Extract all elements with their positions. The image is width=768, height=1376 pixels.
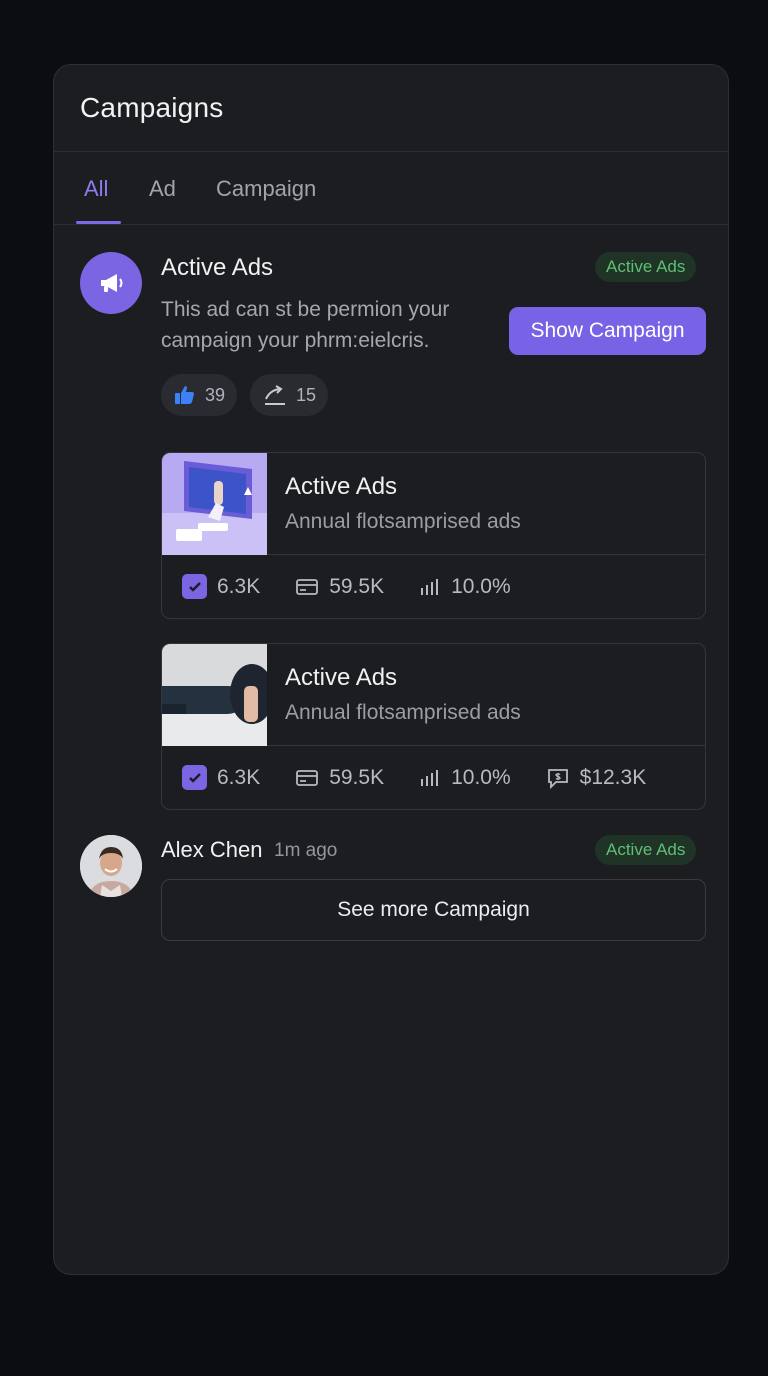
card-icon [296, 578, 319, 595]
ad-card[interactable]: Active Ads Annual flotsamprised ads 6.3K… [161, 643, 706, 810]
ad-card-header: Active Ads Annual flotsamprised ads [162, 644, 705, 746]
like-button[interactable]: 39 [161, 374, 238, 416]
status-badge: Active Ads [595, 252, 697, 282]
share-count: 15 [296, 384, 317, 405]
campaigns-panel: Campaigns All Ad Campaign Active Ads Act… [53, 64, 729, 1275]
active-tab-indicator [76, 221, 121, 224]
bar-chart-icon [421, 578, 439, 595]
stat-value: 6.3K [217, 765, 261, 789]
stat-value: 10.0% [451, 574, 511, 598]
stat-value: $12.3K [579, 765, 647, 789]
tab-bar: All Ad Campaign [54, 152, 728, 225]
stat-ctr: 10.0% [419, 766, 511, 790]
panel-title: Campaigns [80, 92, 224, 123]
tab-all[interactable]: All [84, 176, 108, 202]
post-description: This ad can st be permion your campaign … [161, 298, 450, 352]
post-title: Active Ads [161, 254, 274, 281]
tab-ad[interactable]: Ad [149, 176, 176, 202]
stat-ctr: 10.0% [419, 575, 511, 599]
bar-chart-icon [421, 769, 439, 786]
stat-impressions: 59.5K [295, 766, 384, 790]
ad-card[interactable]: Active Ads Annual flotsamprised ads 6.3K… [161, 452, 706, 619]
panel-header: Campaigns [54, 65, 728, 152]
card-icon [296, 769, 319, 786]
megaphone-icon [101, 274, 123, 292]
ad-card-stats: 6.3K 59.5K 10.0% $12.3K [182, 765, 681, 790]
like-count: 39 [205, 384, 226, 405]
ad-card-title: Active Ads [285, 664, 398, 691]
checkbox-icon [182, 765, 207, 790]
ad-card-subtitle: Annual flotsamprised ads [285, 701, 521, 724]
stat-value: 10.0% [451, 765, 511, 789]
ad-card-header: Active Ads Annual flotsamprised ads [162, 453, 705, 555]
show-campaign-button[interactable]: Show Campaign [509, 307, 706, 355]
chat-dollar-icon [547, 768, 568, 789]
tab-campaign[interactable]: Campaign [216, 176, 316, 202]
stat-value: 59.5K [329, 574, 385, 598]
stat-value: 59.5K [329, 765, 385, 789]
user-avatar[interactable] [80, 835, 142, 897]
share-arrow-icon [265, 385, 285, 405]
megaphone-avatar [80, 252, 142, 314]
user-name[interactable]: Alex Chen [161, 837, 263, 863]
checkbox-icon [182, 574, 207, 599]
thumbs-up-icon [175, 386, 194, 404]
stat-approved: 6.3K [182, 574, 260, 599]
stat-impressions: 59.5K [295, 575, 384, 599]
status-badge: Active Ads [595, 835, 697, 865]
see-more-campaign-button[interactable]: See more Campaign [161, 879, 706, 941]
ad-card-subtitle: Annual flotsamprised ads [285, 510, 521, 533]
share-button[interactable]: 15 [250, 374, 329, 416]
stat-approved: 6.3K [182, 765, 260, 790]
stat-value: 6.3K [217, 574, 261, 598]
timestamp: 1m ago [274, 840, 338, 861]
ad-card-title: Active Ads [285, 473, 398, 500]
ad-card-stats: 6.3K 59.5K 10.0% [182, 574, 546, 599]
ad-thumbnail-image [162, 453, 267, 555]
stat-spend: $12.3K [546, 765, 647, 790]
ad-thumbnail-image [162, 644, 267, 746]
